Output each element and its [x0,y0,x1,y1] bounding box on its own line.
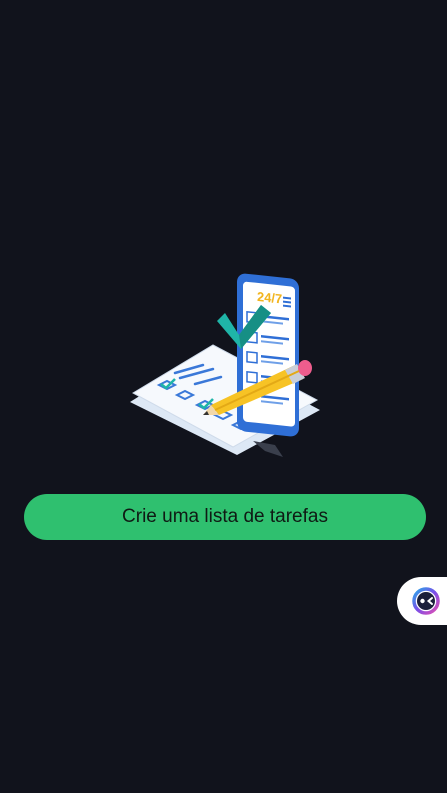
assistant-chat-button[interactable] [397,577,447,625]
todo-list-illustration: 24/7 [125,255,325,460]
todo-list-phone-icon: 24/7 [130,273,320,457]
create-todo-list-button[interactable]: Crie uma lista de tarefas [24,494,426,540]
screen: 24/7 Crie uma lista de tarefas [0,0,447,793]
chat-assistant-icon [412,587,440,615]
phone-screen-text: 24/7 [257,289,282,307]
